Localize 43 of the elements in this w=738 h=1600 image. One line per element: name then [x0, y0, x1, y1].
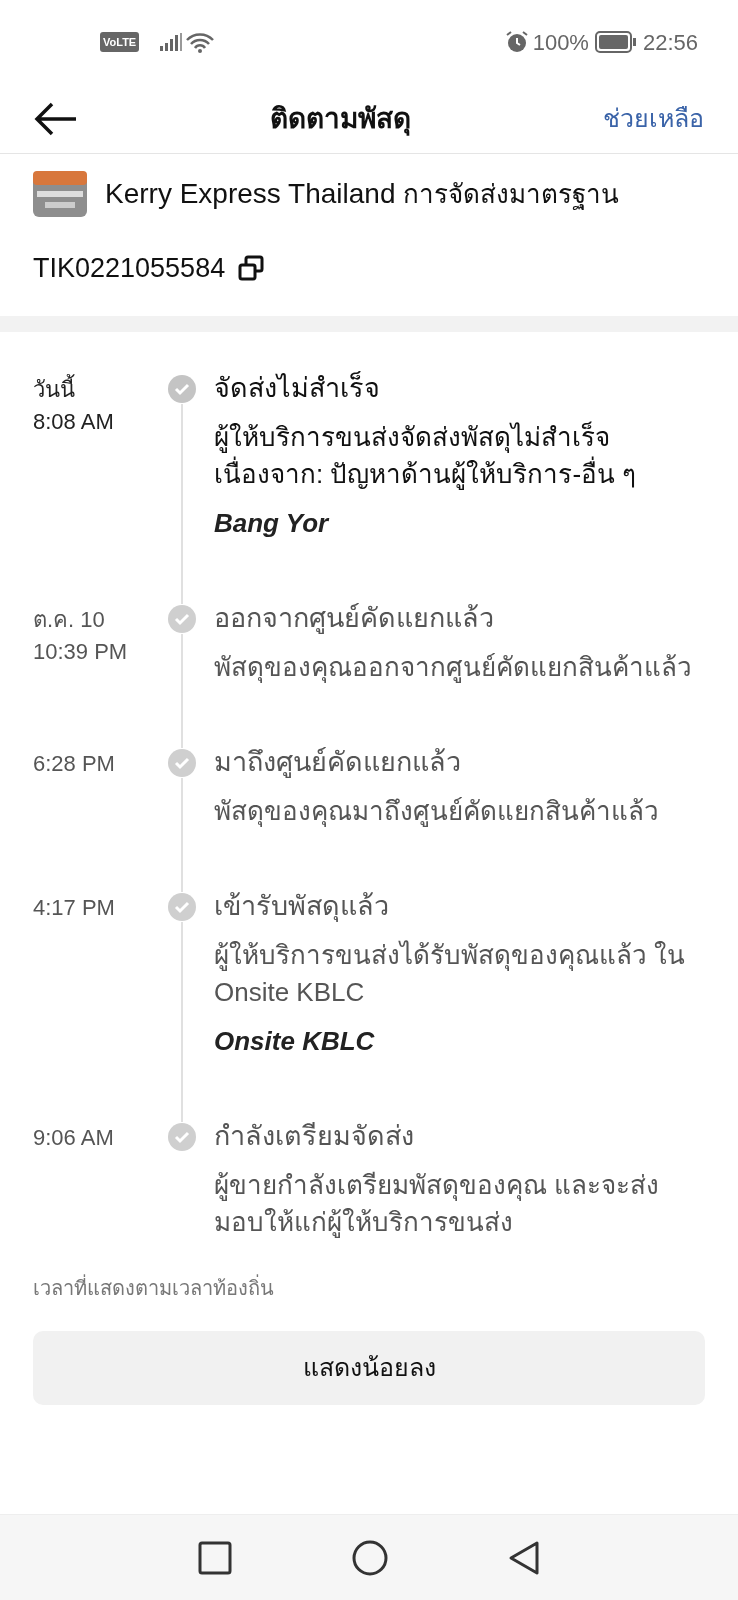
event-time: 9:06 AM — [33, 1124, 115, 1152]
event-title: กำลังเตรียมจัดส่ง — [214, 1120, 415, 1153]
battery-icon — [594, 31, 637, 53]
event-title: จัดส่งไม่สำเร็จ — [214, 370, 381, 405]
check-circle-icon — [167, 748, 197, 778]
courier-name: Kerry Express Thailand การจัดส่งมาตรฐาน — [105, 177, 620, 212]
event-description: ผู้ให้บริการขนส่งได้รับพัสดุของคุณแล้ว ใน Onsite KBLC — [214, 939, 687, 1009]
event-title: เข้ารับพัสดุแล้ว — [214, 890, 390, 924]
home-icon[interactable] — [352, 1539, 388, 1576]
courier-logo — [33, 171, 87, 217]
tracking-number: TIK0221055584 — [33, 251, 226, 285]
event-description: ผู้ขายกำลังเตรียมพัสดุของคุณ และจะส่งมอบให้แก่ผู้ให้บริการขนส่ง — [214, 1169, 661, 1240]
event-time: 10:39 PM — [33, 638, 129, 666]
footnote: เวลาที่แสดงตามเวลาท้องถิ่น — [0, 1273, 738, 1303]
event-description: ผู้ให้บริการขนส่งจัดส่งพัสดุไม่สำเร็จ เนื่องจาก: ปัญหาด้านผู้ให้บริการ-อื่น ๆ — [214, 420, 638, 492]
event-date: วันนี้ — [33, 374, 154, 406]
recents-icon[interactable] — [198, 1540, 232, 1575]
event-location: Onsite KBLC — [214, 1025, 376, 1058]
event-time: 8:08 AM — [33, 408, 115, 436]
check-circle-icon — [167, 604, 197, 634]
help-link[interactable]: ช่วยเหลือ — [603, 99, 704, 138]
status-time: 22:56 — [642, 28, 698, 57]
network-badge: VoLTE — [100, 31, 140, 53]
event-time: 6:28 PM — [33, 750, 116, 778]
check-circle-icon — [167, 374, 197, 404]
alarm-icon — [504, 30, 529, 54]
back-icon[interactable] — [508, 1539, 540, 1576]
show-less-button[interactable]: แสดงน้อยลง — [33, 1331, 705, 1405]
event-title: ออกจากศูนย์คัดแยกแล้ว — [214, 602, 495, 636]
back-arrow-icon[interactable] — [34, 100, 78, 137]
event-description: พัสดุของคุณออกจากศูนย์คัดแยกสินค้าแล้ว — [214, 651, 693, 685]
signal-icon — [159, 32, 184, 52]
check-circle-icon — [167, 892, 197, 922]
event-description: พัสดุของคุณมาถึงศูนย์คัดแยกสินค้าแล้ว — [214, 795, 660, 829]
event-title: มาถึงศูนย์คัดแยกแล้ว — [214, 746, 462, 780]
check-circle-icon — [167, 1122, 197, 1152]
battery-percent: 100% — [532, 28, 589, 57]
event-location: Bang Yor — [214, 507, 331, 540]
event-time: 4:17 PM — [33, 894, 116, 922]
event-date: ต.ค. 10 — [33, 606, 106, 634]
copy-icon[interactable] — [237, 254, 266, 282]
wifi-icon — [185, 31, 216, 53]
page-title: ติดตามพัสดุ — [269, 101, 412, 138]
